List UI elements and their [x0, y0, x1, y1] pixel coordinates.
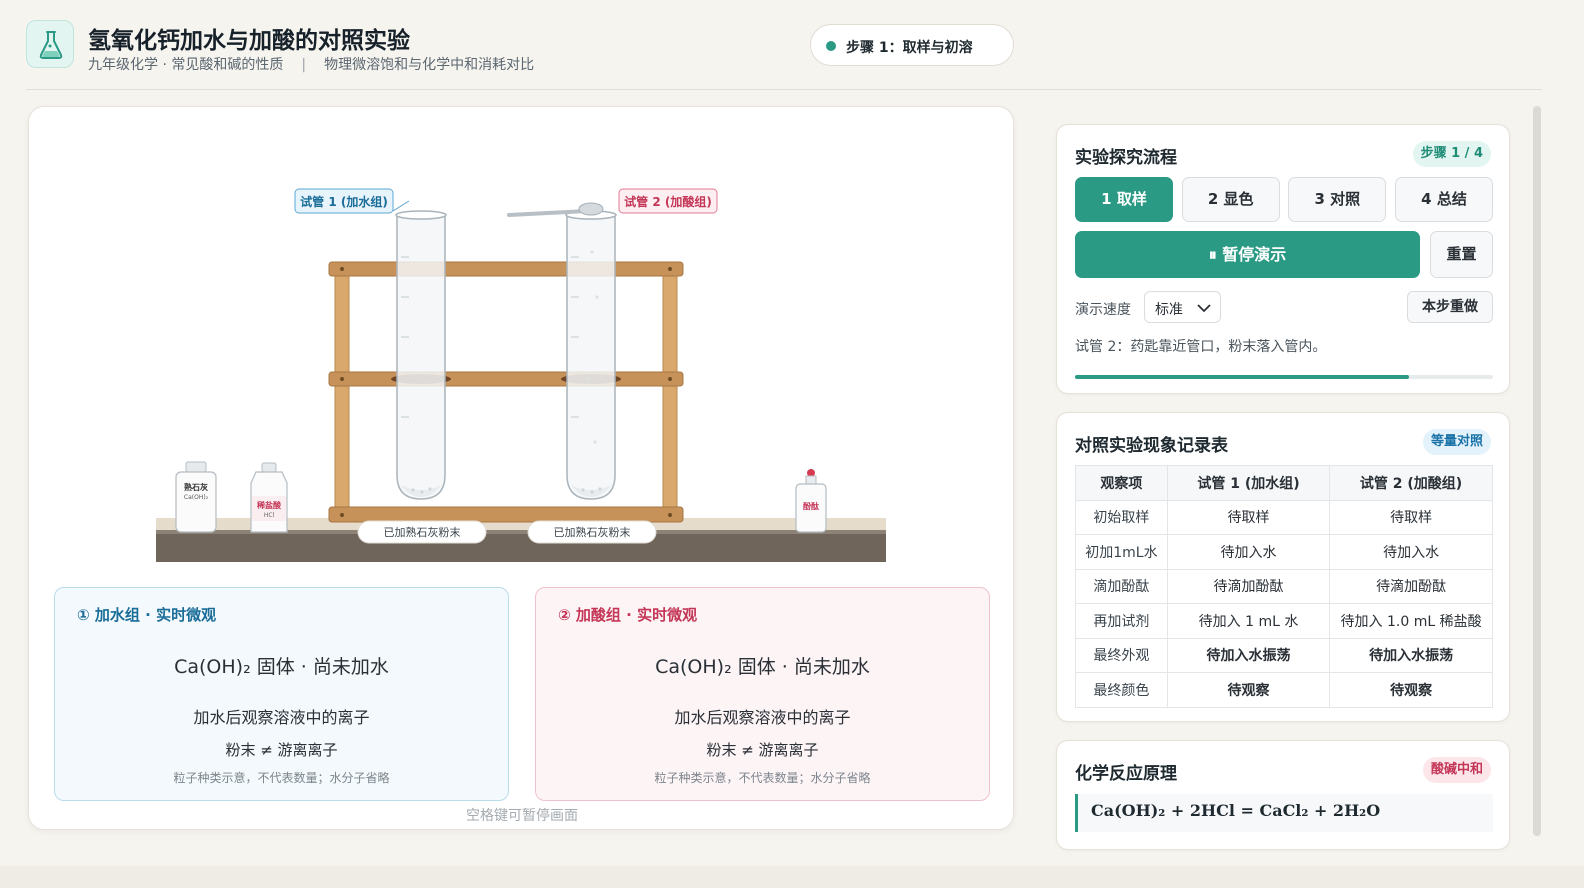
apparatus-illustration: 试管 1 (加水组) 试管 2 (加酸组) 已加熟石灰粉末 已加熟石灰粉末 熟石… — [156, 188, 886, 562]
column-header: 试管 1 (加水组) — [1166, 465, 1331, 501]
experiment-stage[interactable]: 试管 1 (加水组) 试管 2 (加酸组) 已加熟石灰粉末 已加熟石灰粉末 熟石… — [28, 106, 1014, 830]
table-cell: 初始取样 — [1075, 499, 1168, 535]
table-cell: 待观察 — [1329, 672, 1493, 708]
status-dot-icon — [826, 41, 836, 51]
phenolphthalein-bottle-label: 酚酞 — [803, 501, 819, 511]
speed-select[interactable]: 标准 — [1144, 291, 1221, 323]
table-row: 最终外观 待加入水振荡 待加入水振荡 — [1075, 637, 1493, 673]
tube-2-status-tag: 已加熟石灰粉末 — [554, 525, 631, 539]
speed-label: 演示速度 — [1075, 302, 1131, 318]
acid-panel-state: Ca(OH)₂ 固体 · 尚未加水 — [655, 656, 870, 678]
tube-1-label: 试管 1 (加水组) — [300, 194, 388, 209]
water-panel-state: Ca(OH)₂ 固体 · 尚未加水 — [174, 656, 389, 678]
flow-card-title: 实验探究流程 — [1075, 148, 1177, 168]
pause-hint: 空格键可暂停画面 — [466, 808, 578, 824]
table-cell: 待滴加酚酞 — [1166, 568, 1331, 604]
acid-panel-instruction: 加水后观察溶液中的离子 — [674, 708, 851, 727]
spatula-icon — [507, 202, 604, 217]
water-panel-key-point: 粉末 ≠ 游离离子 — [225, 741, 338, 759]
lime-bottle-label: 熟石灰 — [184, 482, 208, 492]
sidebar-scrollbar[interactable] — [1533, 106, 1541, 836]
water-panel-note: 粒子种类示意，不代表数量；水分子省略 — [173, 771, 390, 785]
reaction-formula: Ca(OH)₂ + 2HCl = CaCl₂ + 2H₂O — [1091, 801, 1381, 820]
table-cell: 滴加酚酞 — [1075, 568, 1168, 604]
step-button-4[interactable]: 4 总结 — [1395, 177, 1493, 222]
redo-step-button[interactable]: 本步重做 — [1407, 291, 1493, 323]
bottom-bar — [0, 866, 1584, 888]
chevron-down-icon — [1197, 304, 1211, 313]
water-group-micro-panel: ① 加水组 · 实时微观 Ca(OH)₂ 固体 · 尚未加水 加水后观察溶液中的… — [54, 587, 509, 801]
record-card: 对照实验现象记录表 等量对照 观察项 试管 1 (加水组) 试管 2 (加酸组)… — [1056, 412, 1510, 722]
test-tube-2 — [565, 210, 617, 500]
principle-card-title: 化学反应原理 — [1075, 764, 1177, 784]
acid-group-micro-panel: ② 加酸组 · 实时微观 Ca(OH)₂ 固体 · 尚未加水 加水后观察溶液中的… — [535, 587, 990, 801]
step-button-3[interactable]: 3 对照 — [1288, 177, 1387, 222]
table-cell: 待取样 — [1166, 499, 1331, 535]
table-row: 初始取样 待取样 待取样 — [1075, 499, 1493, 535]
reset-button[interactable]: 重置 — [1430, 231, 1493, 278]
page-subtitle: 九年级化学 · 常见酸和碱的性质 | 物理微溶饱和与化学中和消耗对比 — [88, 54, 534, 74]
table-cell: 最终外观 — [1075, 637, 1168, 673]
subtitle-course: 九年级化学 · 常见酸和碱的性质 — [88, 57, 284, 73]
flask-icon — [26, 20, 74, 68]
step-button-1[interactable]: 1 取样 — [1075, 177, 1173, 222]
reaction-formula-box: Ca(OH)₂ + 2HCl = CaCl₂ + 2H₂O — [1075, 794, 1493, 832]
table-cell: 待加入水振荡 — [1166, 637, 1331, 673]
table-cell: 再加试剂 — [1075, 603, 1168, 639]
step-progress-fill — [1075, 375, 1410, 379]
table-cell: 待加入水 — [1166, 534, 1331, 570]
acid-panel-key-point: 粉末 ≠ 游离离子 — [706, 741, 819, 759]
lime-bottle-formula: Ca(OH)₂ — [184, 494, 209, 501]
table-cell: 待加入水 — [1329, 534, 1493, 570]
acid-panel-heading: ② 加酸组 · 实时微观 — [558, 606, 698, 624]
table-cell: 最终颜色 — [1075, 672, 1168, 708]
table-cell: 待取样 — [1329, 499, 1493, 535]
table-cell: 初加1mL水 — [1075, 534, 1168, 570]
neutralization-badge: 酸碱中和 — [1422, 757, 1491, 783]
table-header-row: 观察项 试管 1 (加水组) 试管 2 (加酸组) — [1075, 465, 1493, 501]
subtitle-topic: 物理微溶饱和与化学中和消耗对比 — [324, 57, 535, 73]
table-cell: 待加入 1 mL 水 — [1166, 603, 1331, 639]
water-panel-heading: ① 加水组 · 实时微观 — [77, 606, 217, 624]
record-card-title: 对照实验现象记录表 — [1075, 436, 1228, 456]
principle-card: 化学反应原理 酸碱中和 Ca(OH)₂ + 2HCl = CaCl₂ + 2H₂… — [1056, 740, 1510, 850]
subtitle-separator: | — [301, 57, 307, 73]
table-cell: 待加入水振荡 — [1329, 637, 1493, 673]
acid-bottle-icon[interactable]: 稀盐酸 HCl — [250, 462, 288, 533]
table-row: 最终颜色 待观察 待观察 — [1075, 672, 1493, 708]
current-step-label: 步骤 1：取样与初溶 — [846, 40, 973, 56]
step-counter-badge: 步骤 1 / 4 — [1412, 141, 1491, 167]
column-header: 观察项 — [1075, 465, 1168, 501]
bench-front — [156, 530, 886, 562]
table-row: 再加试剂 待加入 1 mL 水 待加入 1.0 mL 稀盐酸 — [1075, 603, 1493, 639]
table-row: 滴加酚酞 待滴加酚酞 待滴加酚酞 — [1075, 568, 1493, 604]
table-cell: 待滴加酚酞 — [1329, 568, 1493, 604]
table-row: 初加1mL水 待加入水 待加入水 — [1075, 534, 1493, 570]
flow-card: 实验探究流程 步骤 1 / 4 1 取样 2 显色 3 对照 4 总结 ⏸ 暂停… — [1056, 124, 1510, 394]
record-table: 观察项 试管 1 (加水组) 试管 2 (加酸组) 初始取样 待取样 待取样 初… — [1075, 465, 1493, 708]
control-badge: 等量对照 — [1422, 429, 1491, 455]
test-tube-1 — [395, 210, 447, 500]
table-cell: 待加入 1.0 mL 稀盐酸 — [1329, 603, 1493, 639]
page-header: 氢氧化钙加水与加酸的对照实验 九年级化学 · 常见酸和碱的性质 | 物理微溶饱和与化… — [26, 18, 1542, 90]
lime-bottle-icon[interactable]: 熟石灰 Ca(OH)₂ — [175, 461, 217, 533]
table-cell: 待观察 — [1166, 672, 1331, 708]
step-progress-bar — [1075, 375, 1493, 379]
current-step-pill: 步骤 1：取样与初溶 — [810, 24, 1014, 66]
test-tube-rack — [328, 261, 684, 523]
acid-bottle-label: 稀盐酸 — [257, 500, 282, 510]
column-header: 试管 2 (加酸组) — [1329, 465, 1493, 501]
acid-bottle-formula: HCl — [264, 512, 275, 519]
page-title: 氢氧化钙加水与加酸的对照实验 — [88, 28, 410, 54]
phenolphthalein-bottle-icon[interactable]: 酚酞 — [795, 469, 827, 533]
tube-1-status-tag: 已加熟石灰粉末 — [384, 525, 461, 539]
tube-2-label: 试管 2 (加酸组) — [624, 194, 712, 209]
water-panel-instruction: 加水后观察溶液中的离子 — [193, 708, 370, 727]
step-button-2[interactable]: 2 显色 — [1181, 177, 1280, 222]
step-status-text: 试管 2：药匙靠近管口，粉末落入管内。 — [1075, 339, 1327, 355]
pause-demo-button[interactable]: ⏸ 暂停演示 — [1075, 231, 1420, 278]
scrollbar-thumb[interactable] — [1533, 106, 1541, 836]
acid-panel-note: 粒子种类示意，不代表数量；水分子省略 — [654, 771, 871, 785]
speed-select-value: 标准 — [1155, 302, 1183, 318]
